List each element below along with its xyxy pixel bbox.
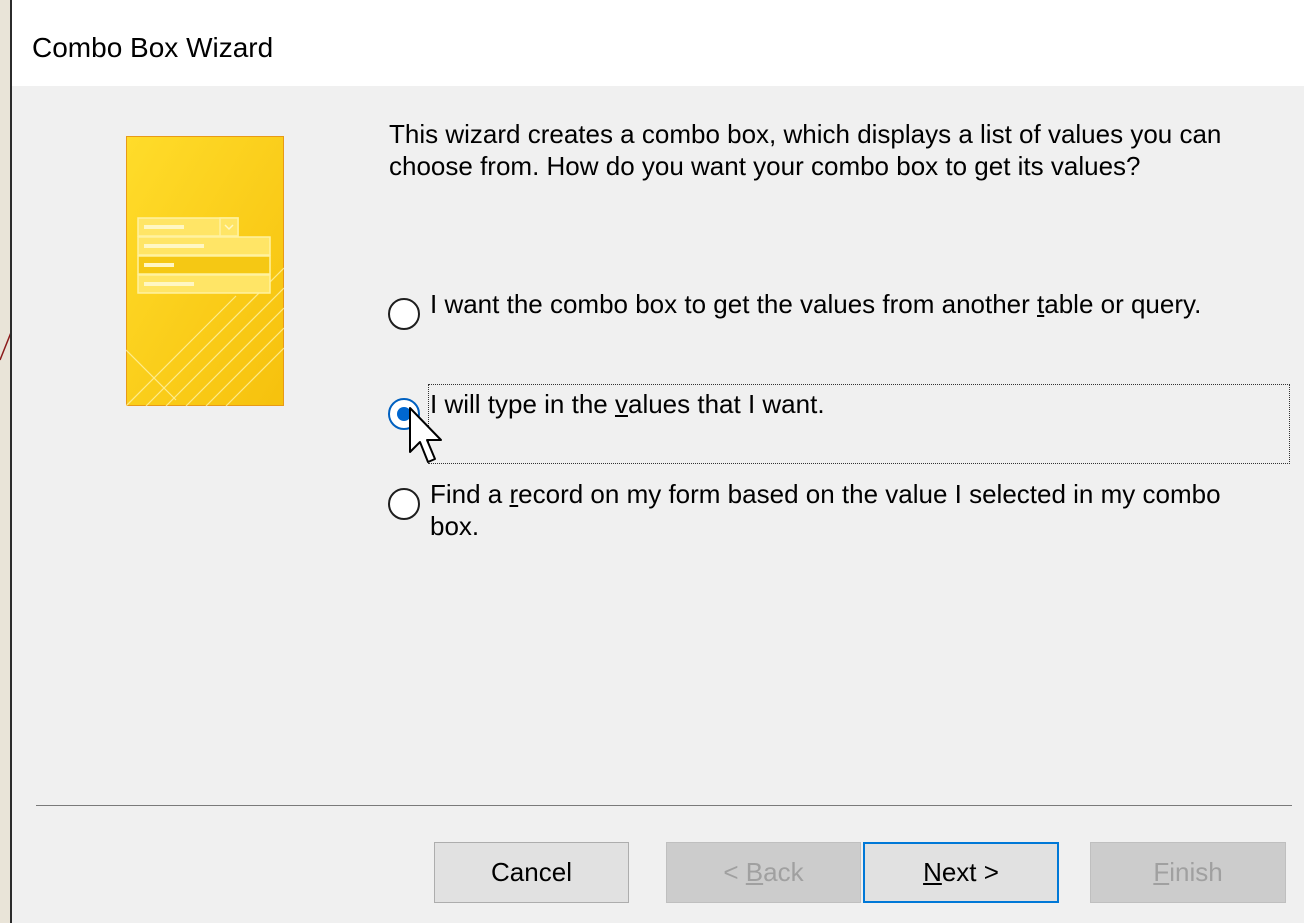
combo-box-wizard-dialog: Combo Box Wizard This wizard creates a c… [10,0,1304,923]
radio-from-table-or-query[interactable] [388,298,420,330]
cancel-button-label: Cancel [491,857,572,887]
mouse-pointer-icon [409,407,442,463]
window-title: Combo Box Wizard [32,32,274,63]
cancel-button[interactable]: Cancel [434,842,629,903]
finish-button-label: Finish [1153,857,1223,887]
option-find-record-label[interactable]: Find a record on my form based on the va… [430,478,1260,542]
back-button[interactable]: < Back [666,842,861,903]
combo-box-wizard-illustration-icon [126,136,284,406]
radio-find-record[interactable] [388,488,420,520]
option-from-table-or-query-label[interactable]: I want the combo box to get the values f… [430,288,1260,320]
next-button-label: Next > [923,857,999,887]
next-button[interactable]: Next > [863,842,1059,903]
option-type-in-values-label[interactable]: I will type in the values that I want. [430,388,1260,420]
back-button-label: < Back [723,857,804,887]
wizard-prompt: This wizard creates a combo box, which d… [389,119,1222,181]
finish-button[interactable]: Finish [1090,842,1286,903]
footer-separator [36,805,1292,806]
title-bar[interactable]: Combo Box Wizard [12,0,1304,86]
